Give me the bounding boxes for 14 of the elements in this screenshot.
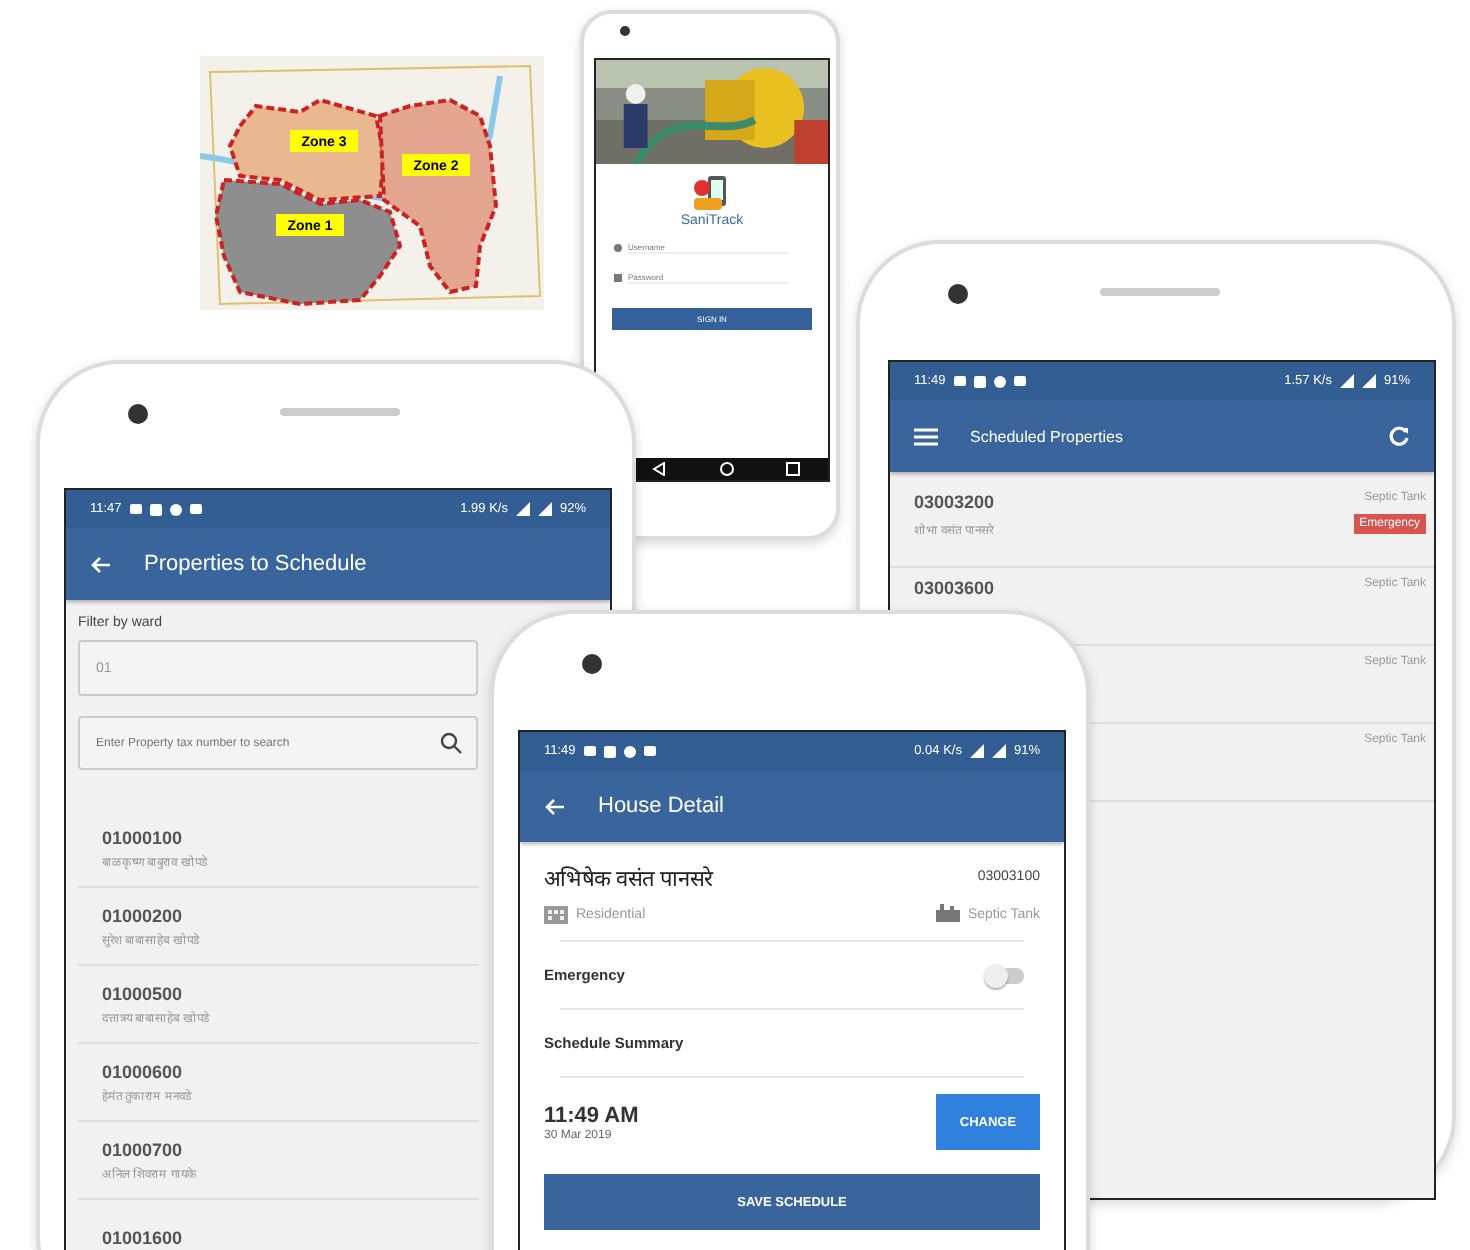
property-number: 01000500 — [102, 983, 183, 1003]
owner-name: अभिषेक वसंत पानसरे — [544, 864, 715, 892]
screen-title: House Detail — [598, 794, 724, 818]
property-number: 01000100 — [102, 827, 183, 847]
property-number: 01000700 — [102, 1139, 183, 1159]
property-row[interactable]: 01001600 — [78, 1200, 478, 1250]
property-number: 01000200 — [102, 905, 183, 925]
property-number: 01000600 — [102, 1061, 183, 1081]
screen-title: Properties to Schedule — [144, 552, 367, 576]
screen-title: Scheduled Properties — [970, 427, 1123, 445]
property-number: 03003200 — [914, 492, 995, 512]
property-number: 03003600 — [914, 578, 995, 598]
property-number: 01001600 — [102, 1228, 183, 1248]
schedule-time: 11:49 AM — [544, 1103, 639, 1127]
